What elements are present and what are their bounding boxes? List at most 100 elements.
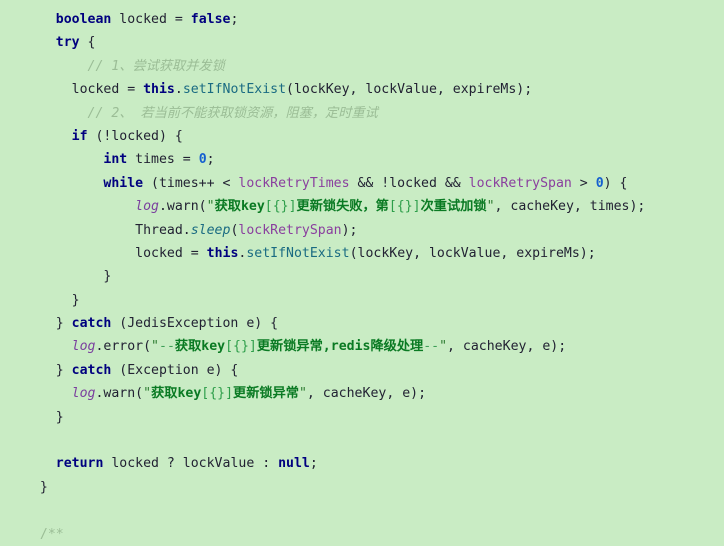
code-token-logvar: log [71,339,96,355]
code-line[interactable]: while (times++ < lockRetryTimes && !lock… [0,172,724,195]
code-token-docstart: /** [39,526,64,542]
code-token-plain: ; [230,12,239,27]
code-token-plain: , cacheKey, e); [447,339,567,355]
code-token-plain: = [174,12,183,27]
code-token-plain: } [24,269,112,285]
code-token-strph: [{}] [264,199,297,215]
code-token-strcjk: 更新锁异常 [256,339,323,355]
code-lines-container: boolean locked = false; try { // 1、尝试获取并… [0,8,724,546]
code-token-strcjk: 降级处理 [370,339,424,355]
code-line[interactable]: log.error("--获取key[{}]更新锁异常,redis降级处理--"… [0,335,724,358]
code-token-strcjk: 更新锁失败，第 [296,199,389,215]
code-token-plain: { [79,35,96,51]
code-line[interactable] [0,499,724,522]
code-token-kw: false [190,12,231,27]
code-token-plain: locked = [24,82,144,98]
code-token-plain: (JedisException e) { [111,316,279,332]
code-token-plain: } [24,479,48,495]
code-token-plain: (times++ < [143,175,239,191]
code-line[interactable]: // 2、 若当前不能获取锁资源，阻塞，定时重试 [0,102,724,125]
code-line[interactable]: log.warn("获取key[{}]更新锁异常", cacheKey, e); [0,382,724,405]
code-line[interactable]: boolean locked = false; [0,8,724,31]
code-token-str: " [143,386,152,402]
code-token-strcjk: key [177,386,202,402]
code-token-str: " [206,199,215,215]
code-token-strdash: -- [423,339,440,355]
code-token-plain: , cacheKey, e); [306,386,427,402]
code-line[interactable]: Thread.sleep(lockRetrySpan); [0,219,724,242]
code-token-strdash: -- [159,339,175,355]
code-token-str: " [439,339,448,355]
code-line[interactable]: return locked ? lockValue : null; [0,452,724,475]
code-line[interactable]: } [0,406,724,429]
code-token-plain: .warn( [158,199,207,215]
code-token-plain: locked = [24,245,207,261]
code-line[interactable]: int times = 0; [0,148,724,171]
code-line[interactable]: // 1、尝试获取并发锁 [0,55,724,78]
code-token-strph: [{}] [388,199,421,215]
code-line[interactable]: locked = this.setIfNotExist(lockKey, loc… [0,78,724,101]
code-token-plain: ; [206,152,215,168]
code-token-plain: ) { [603,175,628,191]
code-line[interactable]: try { [0,31,724,54]
code-token-kw: boolean [55,12,112,27]
code-token-kw: null [278,456,310,472]
code-token-field: lockRetrySpan [238,222,342,238]
code-token-method: setIfNotExist [246,245,350,261]
code-line[interactable]: } catch (Exception e) { [0,359,724,382]
code-token-strcjk: 获取 [214,199,241,215]
code-token-plain: && !locked && [349,175,469,191]
code-token-plain: } [24,316,72,332]
code-token-kw: while [103,175,144,191]
code-token-strph: [{}] [201,386,234,402]
code-editor-viewport[interactable]: boolean locked = false; try { // 1、尝试获取并… [0,0,724,542]
code-token-plain: ); [341,222,358,238]
code-token-kw: this [143,82,175,98]
code-token-plain: (lockKey, lockValue, expireMs); [286,82,533,98]
code-token-comment: // 1、尝试获取并发锁 [87,58,225,74]
code-line[interactable]: /** [0,523,724,546]
code-token-kw: if [71,128,88,144]
code-line[interactable]: if (!locked) { [0,125,724,148]
code-token-strcjk: 获取 [151,386,178,402]
code-token-plain: times = [127,152,199,168]
code-token-kw: catch [71,362,112,378]
code-token-strcjk: key [240,199,265,215]
code-token-strcjk: 获取 [174,339,202,355]
code-token-kw: int [103,152,128,168]
code-token-method: setIfNotExist [182,82,287,98]
code-token-strph: [{}] [225,339,257,355]
code-token-plain: } [24,362,72,378]
code-token-str: " [298,386,307,402]
code-token-kw: catch [71,316,112,332]
code-token-plain: . [174,82,183,98]
code-line[interactable]: } catch (JedisException e) { [0,312,724,335]
code-line[interactable] [0,429,724,452]
code-line[interactable]: locked = this.setIfNotExist(lockKey, loc… [0,242,724,265]
code-line[interactable]: } [0,289,724,312]
code-token-kw: try [55,35,80,51]
code-token-plain: } [24,292,80,308]
code-token-num: 0 [198,152,207,168]
code-token-plain: locked [111,12,175,27]
code-token-logvar: log [71,386,96,402]
code-token-field: lockRetrySpan [468,175,572,191]
code-token-logvar: log [135,199,159,215]
code-line[interactable]: } [0,265,724,288]
code-token-plain: (lockKey, lockValue, expireMs); [349,245,596,261]
code-token-plain: locked ? lockValue : [103,456,279,472]
code-token-plain: Thread. [24,222,191,238]
code-token-plain: } [24,409,64,425]
code-line[interactable]: } [0,476,724,499]
code-token-strcjk: redis [330,339,371,355]
code-line[interactable]: log.warn("获取key[{}]更新锁失败，第[{}]次重试加锁", ca… [0,195,724,218]
